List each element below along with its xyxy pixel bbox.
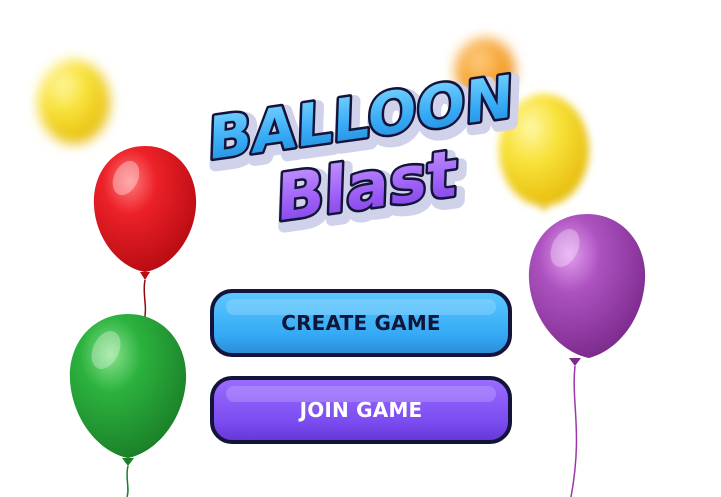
create-game-button[interactable]: CREATE GAME <box>210 289 512 357</box>
create-game-label: CREATE GAME <box>281 311 441 335</box>
join-game-button[interactable]: JOIN GAME <box>210 376 512 444</box>
yellow-balloon-left <box>34 58 114 158</box>
green-balloon <box>66 312 190 497</box>
purple-balloon <box>525 212 649 497</box>
game-logo: BALLOON BALLOON Blast Blast <box>180 70 540 270</box>
join-game-label: JOIN GAME <box>299 398 423 422</box>
game-menu-screen: BALLOON BALLOON Blast Blast CREATE GAME … <box>0 0 721 497</box>
